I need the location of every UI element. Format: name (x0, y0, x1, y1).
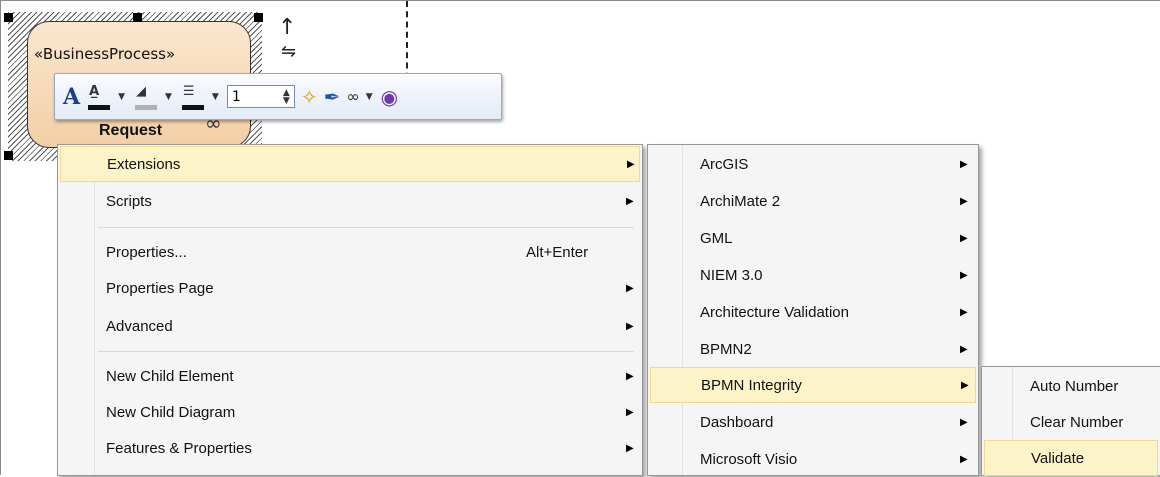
resize-handle[interactable] (133, 13, 142, 22)
submenu-arrow-icon: ▶ (626, 442, 634, 454)
menu-item-features-properties[interactable]: Features & Properties ▶ (60, 430, 640, 466)
menu-item-architecture-validation[interactable]: Architecture Validation ▶ (650, 294, 976, 330)
submenu-arrow-icon: ▶ (626, 370, 634, 382)
submenu-arrow-icon: ▶ (960, 158, 968, 170)
arrow-up-icon[interactable]: ↑ (278, 17, 296, 39)
menu-item-auto-number[interactable]: Auto Number (984, 368, 1158, 404)
menu-item-label: ArchiMate 2 (700, 192, 781, 210)
menu-item-label: Features & Properties (106, 439, 252, 457)
submenu-arrow-icon: ▶ (626, 406, 634, 418)
help-icon[interactable]: ◉ (381, 87, 398, 107)
menu-item-label: NIEM 3.0 (700, 266, 763, 284)
menu-item-label: New Child Element (106, 367, 234, 385)
menu-item-clear-number[interactable]: Clear Number (984, 404, 1158, 440)
menu-item-archimate-2[interactable]: ArchiMate 2 ▶ (650, 183, 976, 219)
menu-item-bpmn-integrity[interactable]: BPMN Integrity ▶ (650, 367, 976, 403)
menu-item-label: Validate (1031, 449, 1085, 467)
submenu-arrow-icon: ▶ (960, 232, 968, 244)
menu-item-new-child-element[interactable]: New Child Element ▶ (60, 358, 640, 394)
menu-item-validate[interactable]: Validate (984, 440, 1158, 476)
element-stereotype: «BusinessProcess» (34, 45, 176, 63)
menu-item-label: GML (700, 229, 733, 247)
menu-item-niem-3[interactable]: NIEM 3.0 ▶ (650, 257, 976, 293)
menu-item-shortcut: Alt+Enter (526, 243, 589, 261)
font-icon[interactable]: A (63, 84, 80, 110)
submenu-arrow-icon: ▶ (960, 195, 968, 207)
submenu-arrow-icon: ▶ (627, 158, 635, 170)
menu-item-label: Dashboard (700, 413, 774, 431)
menu-separator (98, 351, 634, 352)
menu-item-label: New Child Diagram (106, 403, 236, 421)
submenu-arrow-icon: ▶ (960, 306, 968, 318)
submenu-arrow-icon: ▶ (960, 343, 968, 355)
menu-item-label: Auto Number (1030, 377, 1119, 395)
submenu-arrow-icon: ▶ (960, 269, 968, 281)
menu-item-bpmn2[interactable]: BPMN2 ▶ (650, 331, 976, 367)
submenu-arrow-icon: ▶ (960, 416, 968, 428)
element-name: Request (99, 122, 163, 139)
menu-item-scripts[interactable]: Scripts ▶ (60, 183, 640, 219)
submenu-arrow-icon: ▶ (626, 282, 634, 294)
menu-item-label: Microsoft Visio (700, 450, 798, 468)
menu-item-label: Scripts (106, 192, 152, 210)
menu-item-dashboard[interactable]: Dashboard ▶ (650, 404, 976, 440)
resize-handle[interactable] (254, 13, 263, 22)
menu-item-arcgis[interactable]: ArcGIS ▶ (650, 146, 976, 182)
menu-item-properties-page[interactable]: Properties Page ▶ (60, 270, 640, 306)
menu-item-label: BPMN Integrity (701, 376, 802, 394)
menu-item-new-child-diagram[interactable]: New Child Diagram ▶ (60, 394, 640, 430)
diagram-canvas[interactable]: «BusinessProcess» Request ∞ ↑ ⇋ A A̲ ▼ ◢… (0, 0, 1160, 476)
menu-item-label: Architecture Validation (700, 303, 849, 321)
line-width-spinner[interactable]: 1 ▲ ▼ (226, 85, 295, 108)
menu-item-advanced[interactable]: Advanced ▶ (60, 308, 640, 344)
menu-item-gml[interactable]: GML ▶ (650, 220, 976, 256)
resize-handle[interactable] (4, 151, 13, 160)
line-width-value: 1 (231, 88, 241, 105)
menu-item-label: Properties Page (106, 279, 214, 297)
line-color-icon[interactable]: ☰ (180, 81, 206, 113)
bpmn-integrity-submenu: Auto Number Clear Number Validate (981, 366, 1160, 476)
font-color-icon[interactable]: A̲ (86, 81, 112, 113)
submenu-arrow-icon: ▶ (626, 320, 634, 332)
menu-separator (98, 227, 634, 228)
fill-color-dropdown-icon[interactable]: ▼ (165, 92, 172, 102)
menu-item-label: Properties... (106, 243, 187, 261)
menu-item-label: Advanced (106, 317, 173, 335)
eyedropper-icon[interactable]: ✒ (324, 87, 341, 107)
font-color-dropdown-icon[interactable]: ▼ (118, 92, 125, 102)
extensions-submenu: ArcGIS ▶ ArchiMate 2 ▶ GML ▶ NIEM 3.0 ▶ … (647, 144, 979, 476)
visibility-icon[interactable]: ∞ (346, 87, 359, 107)
connector-icon[interactable]: ⇋ (281, 41, 296, 63)
format-toolbar: A A̲ ▼ ◢ ▼ ☰ ▼ 1 ▲ ▼ ✧ ✒ ∞ ▼ ◉ (54, 73, 502, 120)
apply-style-icon[interactable]: ✧ (301, 87, 318, 107)
menu-item-label: ArcGIS (700, 155, 749, 173)
fill-color-icon[interactable]: ◢ (133, 81, 159, 113)
submenu-arrow-icon: ▶ (961, 379, 969, 391)
visibility-dropdown-icon[interactable]: ▼ (366, 92, 373, 102)
resize-handle[interactable] (4, 13, 13, 22)
menu-item-extensions[interactable]: Extensions ▶ (60, 146, 640, 182)
menu-item-properties[interactable]: Properties... Alt+Enter (60, 234, 640, 270)
line-color-dropdown-icon[interactable]: ▼ (212, 92, 219, 102)
submenu-arrow-icon: ▶ (960, 453, 968, 465)
menu-item-label: BPMN2 (700, 340, 752, 358)
menu-item-label: Extensions (107, 155, 181, 173)
spinner-arrows-icon[interactable]: ▲ ▼ (283, 88, 290, 105)
menu-item-microsoft-visio[interactable]: Microsoft Visio ▶ (650, 441, 976, 477)
submenu-arrow-icon: ▶ (626, 195, 634, 207)
context-menu: Extensions ▶ Scripts ▶ Properties... Alt… (57, 144, 643, 476)
menu-item-label: Clear Number (1030, 413, 1124, 431)
